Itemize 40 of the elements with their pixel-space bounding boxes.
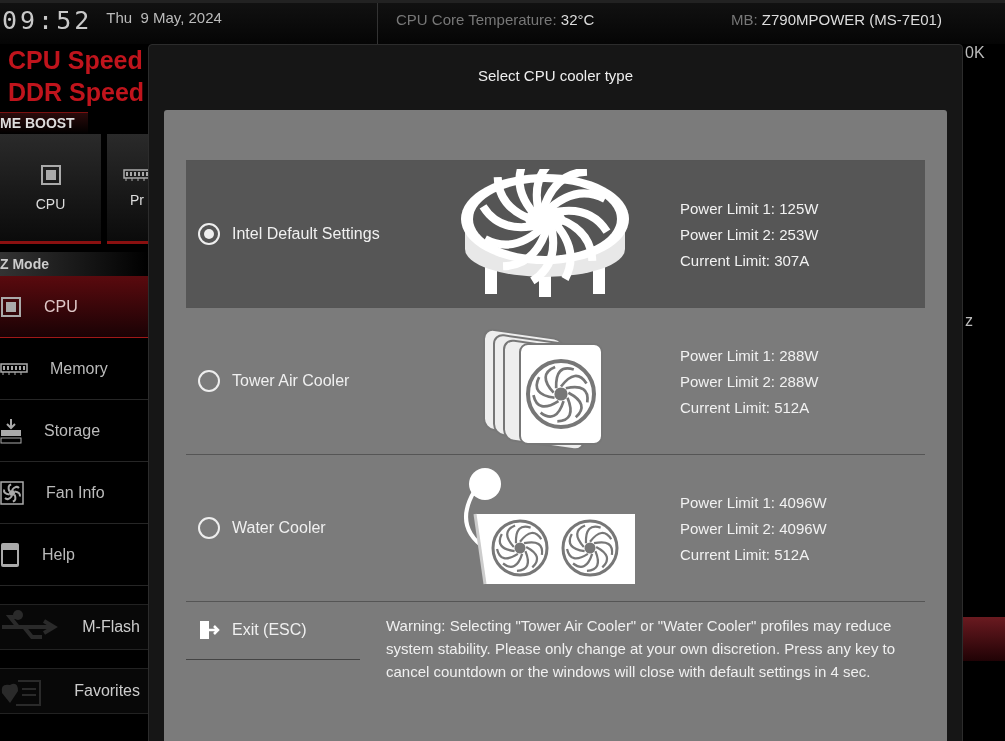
dialog-title: Select CPU cooler type [477,67,634,84]
sidebar-item[interactable]: CPU [0,276,148,338]
speed-label: DDR Speed [7,77,146,108]
radio-option[interactable]: Tower Air Cooler [186,370,430,392]
spec-text: Current Limit: 307A [680,251,811,269]
sensor-reading: CPU Core Temperature: 32°C [396,11,596,28]
warning-text: Warning: Selecting "Tower Air Cooler" or "Water Cooler" profiles may reduce system stability. Please only change at your own discretion. Press any key to cancel countdown or the windows will close with default settings in 4 sec. [386,616,897,682]
boost-tile[interactable]: CPU [0,134,101,244]
exit-icon [198,618,220,641]
cooler-option[interactable]: Intel Default Settings Power Limit 1: 125W Power Limit 2: 253W Current Limit: 307A [186,160,925,307]
date-text: Thu 9 May, 2024 [106,8,222,28]
spec-text: Current Limit: 512A [680,398,811,416]
spec-text: Power Limit 2: 288W [680,372,820,390]
storage-icon [0,417,22,444]
radio-option[interactable]: Water Cooler [186,517,430,539]
system-info: MB: Z790MPOWER (MS-7E01) [731,11,943,28]
radio-option[interactable]: Intel Default Settings [186,223,430,245]
spec-text: Current Limit: 512A [680,545,811,563]
cpu-info-fragment: 0K [964,44,986,62]
spec-text: Power Limit 1: 288W [680,346,820,364]
boost-tab[interactable]: ME BOOST [0,112,88,134]
memory-icon [0,361,28,376]
memory-icon [123,167,148,182]
tool-button[interactable]: M-Flash [0,604,148,650]
cpu-icon [0,295,22,318]
clock: 09:52 [2,7,93,35]
spec-text: Power Limit 1: 125W [680,199,820,217]
cpu-icon [39,163,62,186]
tool-button[interactable]: Favorites [0,668,148,714]
cooler-option[interactable]: Tower Air Cooler Power Limit 1: 288W Power Limit 2: 288W Current Limit: 512A [186,307,925,454]
speed-label: CPU Speed [7,45,144,76]
boost-tile[interactable]: Pr [107,134,148,244]
cooler-option[interactable]: Water Cooler Power Limit 1: 4096W Power Limit 2: 4096W Current Limit: 512A [186,454,925,601]
spec-text: Power Limit 2: 253W [680,225,820,243]
fan-icon [0,480,24,505]
spec-text: Power Limit 1: 4096W [680,493,828,511]
menu-bar [963,617,1005,661]
exit-button[interactable]: Exit (ESC) [186,614,360,660]
text-fragment: z [964,312,974,330]
spec-text: Power Limit 2: 4096W [680,519,828,537]
